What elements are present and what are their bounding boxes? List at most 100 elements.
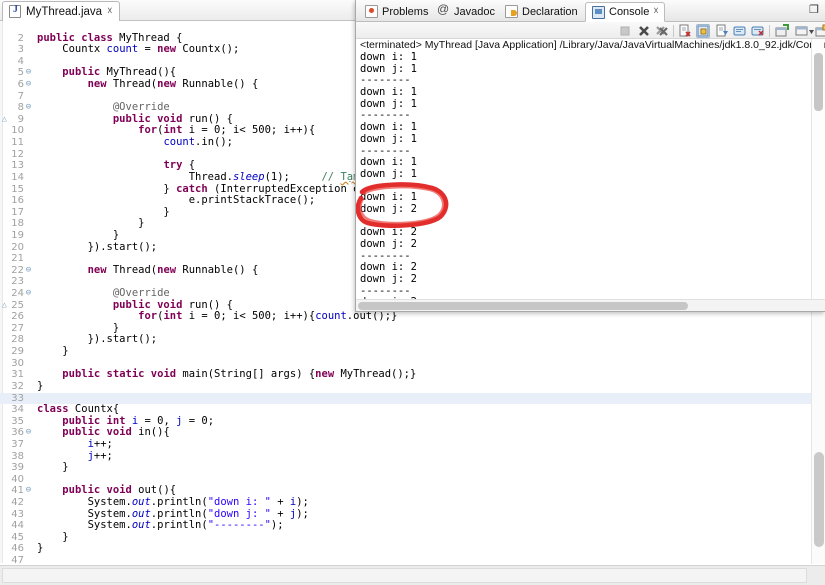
console-output-line: down i: 1 <box>360 51 417 63</box>
console-icon <box>592 5 605 19</box>
console-output-line: down i: 2 <box>360 261 417 274</box>
terminate-disabled-icon <box>618 24 632 38</box>
line-number: 8 <box>17 102 24 114</box>
pin-console-icon[interactable] <box>733 24 747 38</box>
fold-collapse-icon[interactable]: ⊖ <box>24 102 33 114</box>
new-console-dropdown-icon[interactable] <box>815 24 825 38</box>
console-output-line: down j: 1 <box>360 132 417 145</box>
console-output-line: down j: 2 <box>360 273 417 286</box>
line-number: 31 <box>11 369 24 381</box>
tab-problems-label: Problems <box>382 5 429 18</box>
code-line-text: } <box>37 379 44 392</box>
console-vertical-scrollbar[interactable] <box>811 39 824 311</box>
remove-all-terminated-icon[interactable] <box>655 24 669 38</box>
open-console-dropdown-icon[interactable] <box>795 24 809 38</box>
console-output-line: down i: 1 <box>360 191 417 204</box>
code-line-text: Thread.sleep(1); // Tạm dừng <box>37 170 391 183</box>
line-number: 15 <box>11 183 24 195</box>
scroll-lock-icon[interactable] <box>696 24 710 38</box>
console-output-line: down i: 1 <box>360 156 417 169</box>
console-output-line: down i: 2 <box>360 226 417 239</box>
console-output-line: down j: 1 <box>360 167 417 180</box>
line-number: 30 <box>11 357 24 369</box>
line-number: 45 <box>11 531 24 543</box>
console-output-line: down i: 1 <box>360 121 417 134</box>
fold-collapse-icon[interactable]: ⊖ <box>24 485 33 497</box>
console-output-body[interactable]: <terminated> MyThread [Java Application]… <box>356 39 825 311</box>
line-number: 7 <box>17 90 24 102</box>
line-number: 39 <box>11 462 24 474</box>
line-number: 46 <box>11 543 24 555</box>
console-output-line: down j: 2 <box>360 202 417 215</box>
line-number: 27 <box>11 322 24 334</box>
console-output-line: -------- <box>360 249 411 262</box>
tab-declaration[interactable]: Declaration <box>499 2 584 21</box>
tab-problems[interactable]: Problems <box>359 2 434 21</box>
code-line: 26 for(int i = 0; i< 500; i++){count.out… <box>0 310 825 323</box>
console-view-panel: Problems Javadoc Declaration Console ☓ ❐ <box>355 0 825 312</box>
console-output-line: -------- <box>360 109 411 122</box>
tab-console[interactable]: Console ☓ <box>585 2 665 22</box>
fold-collapse-icon[interactable]: ⊖ <box>24 265 33 277</box>
code-line: 47 <box>0 555 825 563</box>
code-line-text: public static void main(String[] args) {… <box>62 368 417 381</box>
editor-bottom-bar <box>0 565 825 585</box>
code-line-text: count.in(); <box>163 136 233 149</box>
line-number: 6 <box>17 79 24 91</box>
clear-console-icon[interactable] <box>678 24 692 38</box>
code-line-text: new Thread(new Runnable() { <box>87 263 259 276</box>
line-number: 35 <box>11 415 24 427</box>
override-marker-icon: △ <box>2 113 7 123</box>
javadoc-icon <box>437 2 450 18</box>
tab-javadoc[interactable]: Javadoc <box>431 2 501 21</box>
line-number: 23 <box>11 276 24 288</box>
tab-declaration-label: Declaration <box>522 5 578 18</box>
code-line: 32} <box>0 379 825 393</box>
console-output-line: -------- <box>360 74 411 87</box>
code-line-text: } <box>37 228 120 241</box>
console-horizontal-scrollbar[interactable] <box>356 299 825 311</box>
tab-javadoc-label: Javadoc <box>454 5 495 18</box>
console-output-line: -------- <box>360 284 411 297</box>
chevron-down-icon[interactable] <box>808 24 815 38</box>
eclipse-ide-window: MyThread.java ☓ 2public class MyThread {… <box>0 0 825 585</box>
line-number: 4 <box>17 55 24 67</box>
declaration-icon <box>505 5 518 18</box>
line-number: 14 <box>11 171 24 183</box>
editor-horizontal-scrollbar[interactable] <box>2 568 807 583</box>
line-number: 28 <box>11 334 24 346</box>
code-line: 39 } <box>0 462 825 474</box>
fold-collapse-icon[interactable]: ⊖ <box>24 288 33 300</box>
console-horizontal-scroll-thumb[interactable] <box>358 302 688 310</box>
console-vertical-scroll-thumb[interactable] <box>814 53 823 111</box>
remove-launch-icon[interactable] <box>637 24 651 38</box>
code-line-text: new Thread(new Runnable() { <box>87 78 259 91</box>
override-marker-icon: △ <box>2 299 7 309</box>
maximize-icon[interactable]: ❐ <box>809 5 821 16</box>
close-icon[interactable]: ☓ <box>653 7 658 17</box>
fold-collapse-icon[interactable]: ⊖ <box>24 67 33 79</box>
line-number: 37 <box>11 438 24 450</box>
tab-console-label: Console <box>609 6 650 18</box>
console-output-text: down i: 1 down j: 1 -------- down i: 1 down … <box>360 51 810 309</box>
line-number: 17 <box>11 206 24 218</box>
line-number: 5 <box>17 67 24 79</box>
line-number: 29 <box>11 346 24 358</box>
code-line: 44 System.out.println("--------"); <box>0 519 825 532</box>
display-selected-console-icon[interactable] <box>751 24 765 38</box>
editor-vertical-scroll-thumb[interactable] <box>814 452 824 547</box>
new-console-view-icon[interactable] <box>775 24 789 38</box>
line-number: 47 <box>11 555 24 563</box>
toolbar-separator <box>769 25 770 37</box>
line-number: 36 <box>11 427 24 439</box>
line-number: 40 <box>11 473 24 485</box>
line-number: 3 <box>17 44 24 56</box>
editor-tab-mythread-java[interactable]: MyThread.java ☓ <box>2 1 121 21</box>
close-icon[interactable]: ☓ <box>107 6 112 17</box>
fold-collapse-icon[interactable]: ⊖ <box>24 427 33 439</box>
editor-vertical-scrollbar[interactable] <box>811 312 825 564</box>
console-output-line: down i: 1 <box>360 86 417 99</box>
show-console-on-output-icon[interactable] <box>715 24 729 38</box>
fold-collapse-icon[interactable]: ⊖ <box>24 79 33 91</box>
